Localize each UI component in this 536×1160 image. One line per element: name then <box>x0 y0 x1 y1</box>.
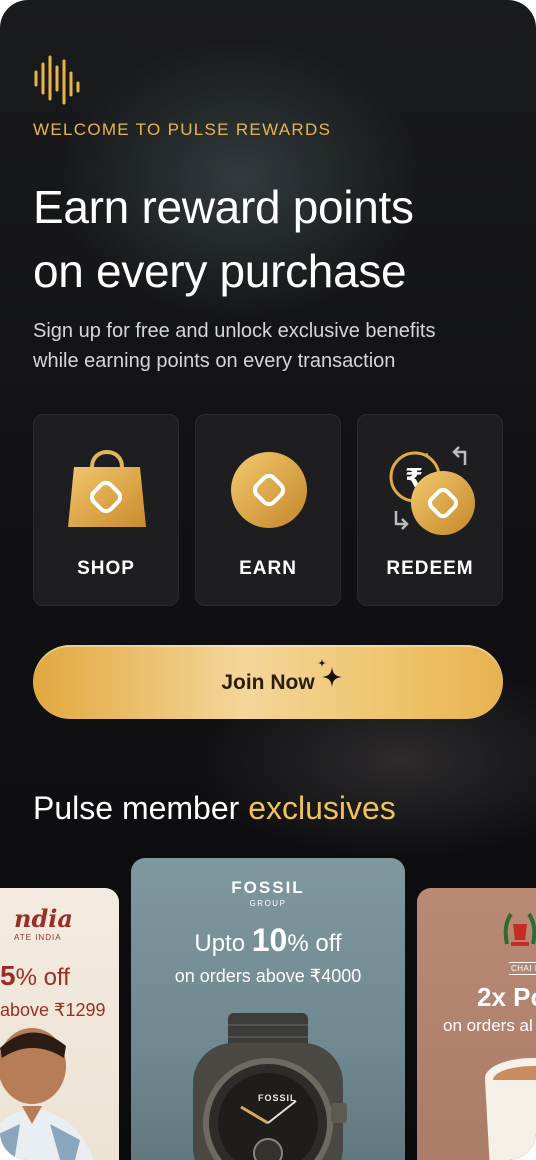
subheadline-line-2: while earning points on every transactio… <box>33 350 396 372</box>
tile-shop-label: SHOP <box>77 558 135 579</box>
brand-logo-text: ndia <box>14 904 73 933</box>
offer-headline: 2x Po <box>477 982 536 1012</box>
brand-sub-text: ATE INDIA <box>14 933 62 942</box>
offer-condition: on orders above ₹4000 <box>174 966 362 986</box>
tile-earn[interactable]: EARN <box>195 414 341 606</box>
offer-headline: 5% off <box>0 960 70 991</box>
offer-card-right[interactable]: CHAI P 2x Po on orders al <box>417 888 536 1160</box>
offer-condition: above ₹1299 <box>0 1000 106 1020</box>
coin-icon <box>231 452 307 528</box>
app-screen: WELCOME TO PULSE REWARDS Earn reward poi… <box>0 0 536 1160</box>
tile-shop[interactable]: SHOP <box>33 414 179 606</box>
brand-crest-icon <box>503 912 536 946</box>
offer-headline: Upto 10% off <box>194 922 342 958</box>
headline-line-2: on every purchase <box>33 245 407 297</box>
tea-cup-photo <box>485 1058 536 1160</box>
brand-logo-text: CHAI P <box>509 962 536 975</box>
tile-redeem-label: REDEEM <box>386 558 474 579</box>
brand-sub-text: GROUP <box>249 899 287 908</box>
watch-photo <box>193 1013 347 1160</box>
join-now-label: Join Now <box>221 671 315 694</box>
model-photo <box>0 1028 94 1160</box>
redeem-exchange-icon: ₹ <box>389 446 475 535</box>
subheadline: Sign up for free and unlock exclusive be… <box>33 316 513 376</box>
waveform-icon <box>34 55 80 105</box>
watch-dial-text: FOSSIL <box>258 1093 297 1103</box>
subheadline-line-1: Sign up for free and unlock exclusive be… <box>33 320 436 342</box>
welcome-eyebrow: WELCOME TO PULSE REWARDS <box>33 120 332 139</box>
headline: Earn reward points on every purchase <box>33 175 513 303</box>
sparkle-icon <box>318 659 342 687</box>
brand-logo-text: FOSSIL <box>231 878 305 897</box>
section-title: Pulse member exclusives <box>33 790 396 827</box>
offer-condition: on orders al <box>443 1016 533 1035</box>
headline-line-1: Earn reward points <box>33 181 414 233</box>
shopping-bag-icon <box>68 450 146 527</box>
tile-redeem[interactable]: ₹ REDEEM <box>357 414 503 606</box>
join-now-button[interactable]: Join Now <box>33 645 503 719</box>
offer-card-left[interactable]: ndia ATE INDIA 5% off above ₹1299 <box>0 888 119 1160</box>
section-title-plain: Pulse member <box>33 790 249 826</box>
section-title-accent: exclusives <box>248 790 396 826</box>
feature-tiles: SHOP EARN ₹ REDEEM <box>33 414 503 606</box>
tile-earn-label: EARN <box>239 558 297 579</box>
offer-card-fossil[interactable]: FOSSIL GROUP Upto 10% off on orders abov… <box>131 858 405 1160</box>
